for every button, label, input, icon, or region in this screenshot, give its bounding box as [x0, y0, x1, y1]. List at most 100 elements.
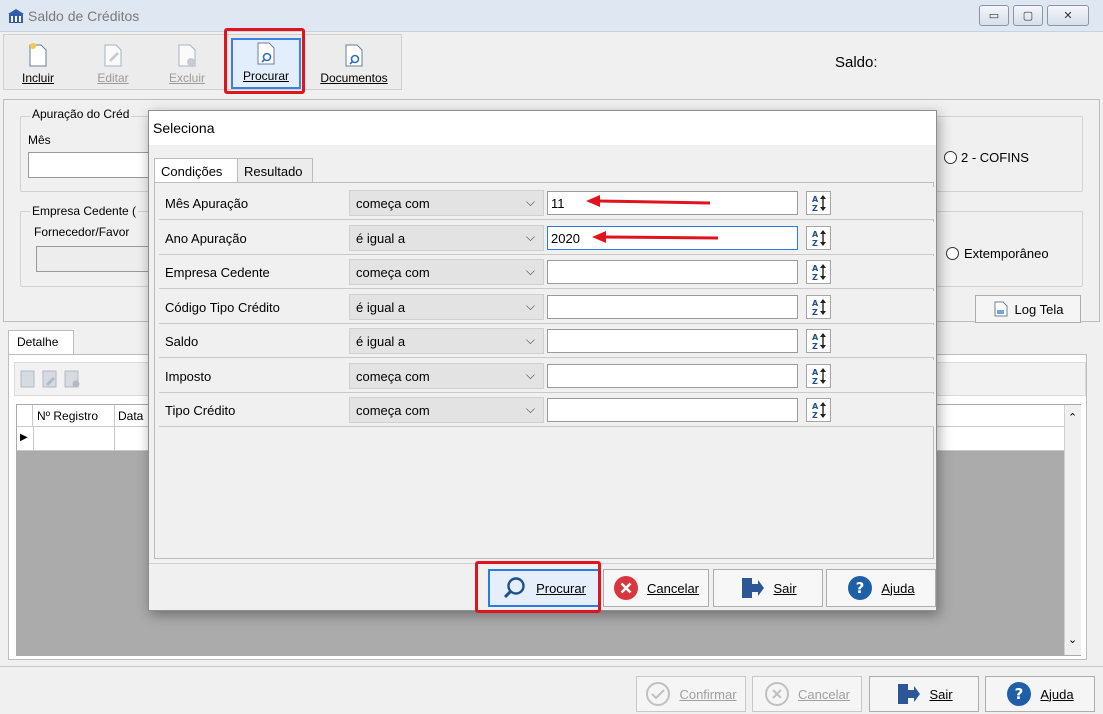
cancelar-button[interactable]: Cancelar: [752, 676, 862, 712]
condition-value-input[interactable]: [547, 398, 798, 422]
maximize-button[interactable]: ▢: [1013, 5, 1043, 26]
condition-operator-value: é igual a: [356, 230, 406, 246]
documentos-button[interactable]: Documentos: [310, 38, 398, 89]
svg-text:?: ?: [856, 579, 865, 597]
confirmar-button[interactable]: Confirmar: [636, 676, 746, 712]
exit-icon: [898, 684, 921, 704]
sort-az-icon: AZ: [812, 333, 826, 350]
condition-operator-select[interactable]: é igual a ⌵: [349, 293, 544, 320]
tab-condicoes[interactable]: Condições: [154, 158, 238, 182]
ajuda-button[interactable]: ? Ajuda: [985, 676, 1095, 712]
excluir-label: Excluir: [168, 71, 205, 85]
condition-operator-select[interactable]: começa com ⌵: [349, 362, 544, 389]
condition-operator-value: começa com: [356, 403, 430, 418]
sort-az-button[interactable]: AZ: [806, 329, 831, 353]
condition-value-input[interactable]: [547, 260, 798, 284]
arrow-ano: [592, 231, 719, 243]
condition-operator-select[interactable]: começa com ⌵: [349, 259, 544, 285]
mes-input[interactable]: [28, 152, 152, 178]
tab-resultado[interactable]: Resultado: [237, 158, 313, 182]
svg-text:A: A: [812, 264, 819, 273]
condition-value-input[interactable]: [547, 294, 798, 319]
condition-operator-value: começa com: [356, 368, 430, 384]
fornecedor-input[interactable]: [36, 246, 152, 272]
svg-text:Z: Z: [812, 239, 818, 247]
scroll-up-icon[interactable]: ⌃: [1068, 411, 1077, 424]
log-icon: [994, 301, 1008, 317]
search-document-icon: [257, 42, 275, 65]
minimize-button[interactable]: ▭: [979, 5, 1009, 26]
condition-operator-select[interactable]: começa com ⌵: [349, 190, 544, 216]
cofins-radio[interactable]: [944, 151, 957, 164]
cofins-label: 2 - COFINS: [961, 150, 1029, 165]
grid-col-data[interactable]: Data: [118, 409, 143, 423]
excluir-button[interactable]: Excluir: [156, 38, 218, 89]
fornecedor-label: Fornecedor/Favor: [34, 225, 130, 239]
sort-az-button[interactable]: AZ: [806, 363, 831, 388]
condition-field-label: Ano Apuração: [165, 230, 247, 246]
arrow-mes: [586, 195, 711, 207]
grid-col-registro[interactable]: Nº Registro: [37, 409, 98, 423]
dialog-procurar-label: Procurar: [536, 580, 586, 596]
row-divider-2: [114, 427, 115, 451]
log-tela-label: Log Tela: [1014, 301, 1064, 317]
delete-document-icon: [178, 44, 196, 67]
extemporaneo-radio[interactable]: [946, 247, 959, 260]
saldo-label: Saldo:: [835, 54, 878, 71]
sort-az-button[interactable]: AZ: [806, 225, 831, 250]
log-tela-button[interactable]: Log Tela: [975, 295, 1081, 323]
sort-az-icon: AZ: [812, 402, 826, 419]
dialog-ajuda-button[interactable]: ? Ajuda: [826, 569, 936, 607]
dialog-footer: Procurar Cancelar Sair ? Ajuda: [149, 563, 936, 610]
detail-add-icon[interactable]: [18, 369, 38, 389]
dialog-sair-button[interactable]: Sair: [713, 569, 823, 607]
svg-text:A: A: [812, 402, 819, 411]
condition-operator-select[interactable]: é igual a ⌵: [349, 328, 544, 354]
condition-value-input[interactable]: [547, 329, 798, 353]
sair-label: Sair: [929, 686, 953, 702]
edit-document-icon: [104, 44, 122, 67]
condition-value-input[interactable]: [547, 363, 798, 388]
procurar-button[interactable]: Procurar: [231, 38, 301, 89]
incluir-button[interactable]: Incluir: [10, 38, 66, 89]
sort-az-button[interactable]: AZ: [806, 294, 831, 319]
detail-delete-icon[interactable]: [62, 369, 82, 389]
documentos-label: Documentos: [320, 71, 388, 85]
close-button[interactable]: ✕: [1047, 5, 1089, 26]
chevron-down-icon: ⌵: [525, 264, 535, 278]
condition-operator-value: começa com: [356, 265, 430, 280]
sort-az-button[interactable]: AZ: [806, 260, 831, 284]
bottom-bar: Confirmar Cancelar Sair ? Ajuda: [0, 666, 1103, 714]
condition-row: Empresa Cedente começa com ⌵ A Z: [159, 256, 934, 289]
dialog-ajuda-label: Ajuda: [881, 580, 915, 596]
svg-text:Z: Z: [812, 204, 818, 212]
main-toolbar: Incluir Editar Excluir Procurar Document…: [3, 34, 402, 90]
magnifier-icon: [504, 577, 525, 599]
app-icon: [8, 8, 24, 24]
condition-field-label: Saldo: [165, 334, 199, 349]
condition-field-label: Empresa Cedente: [165, 265, 270, 280]
sair-button[interactable]: Sair: [869, 676, 979, 712]
dialog-procurar-button[interactable]: Procurar: [488, 569, 600, 607]
scroll-down-icon[interactable]: ⌄: [1068, 633, 1077, 646]
cancel-icon: [764, 682, 789, 706]
empresa-title: Empresa Cedente (: [30, 204, 139, 218]
editar-button[interactable]: Editar: [82, 38, 144, 89]
condition-row: Saldo é igual a ⌵ A Z: [159, 325, 934, 358]
dialog-sair-label: Sair: [773, 580, 797, 596]
grid-scrollbar[interactable]: ⌃ ⌄: [1064, 405, 1081, 655]
svg-text:A: A: [812, 299, 819, 308]
detail-edit-icon[interactable]: [40, 369, 60, 389]
condition-operator-select[interactable]: começa com ⌵: [349, 397, 544, 423]
sort-az-icon: AZ: [812, 264, 826, 281]
sort-az-icon: AZ: [812, 298, 826, 316]
sort-az-button[interactable]: AZ: [806, 398, 831, 422]
dialog-cancelar-button[interactable]: Cancelar: [603, 569, 709, 607]
procurar-label: Procurar: [242, 69, 289, 83]
svg-text:Z: Z: [812, 342, 818, 350]
sort-az-button[interactable]: AZ: [806, 191, 831, 215]
chevron-down-icon: ⌵: [525, 229, 535, 244]
tab-detalhe[interactable]: Detalhe: [8, 330, 74, 354]
condition-operator-select[interactable]: é igual a ⌵: [349, 224, 544, 251]
condition-field-label: Imposto: [165, 368, 212, 384]
